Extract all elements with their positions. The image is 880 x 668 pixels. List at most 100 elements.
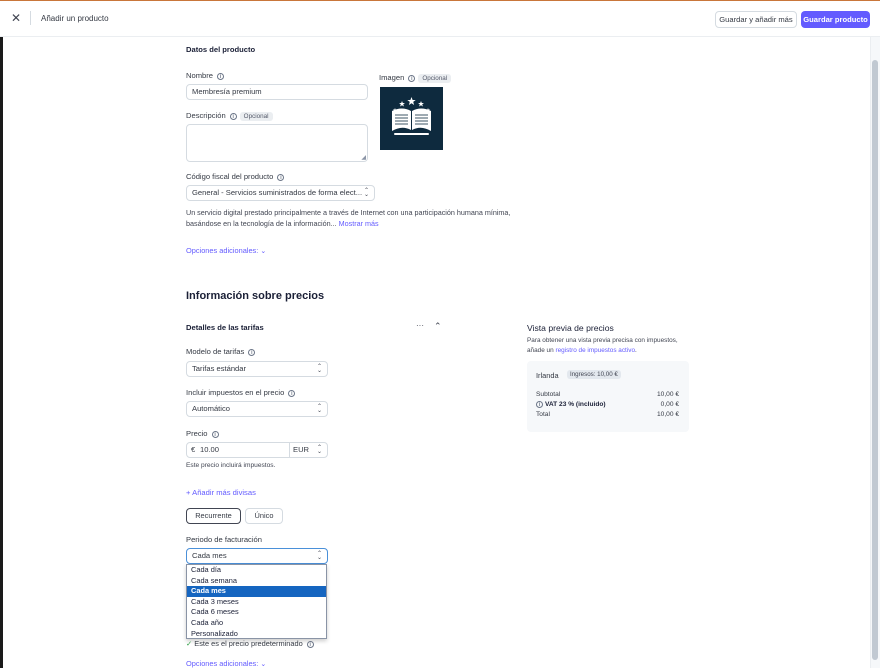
dropdown-option[interactable]: Cada día (187, 565, 326, 576)
name-label-text: Nombre (186, 71, 214, 80)
dropdown-option[interactable]: Cada año (187, 618, 326, 629)
info-icon[interactable]: i (306, 641, 314, 648)
chevron-down-icon: ⌄ (260, 661, 267, 668)
billing-period-value: Cada mes (192, 551, 227, 560)
info-icon[interactable]: i (408, 75, 416, 82)
info-icon[interactable]: i (229, 113, 237, 120)
billing-period-label: Periodo de facturación (186, 535, 262, 544)
price-input[interactable]: 10.00 (200, 443, 219, 457)
tax-code-label: Código fiscal del producto i (186, 172, 285, 181)
scrollbar-thumb[interactable] (872, 60, 878, 660)
tax-code-description-line1: Un servicio digital prestado principalme… (186, 208, 511, 217)
header-bar: ✕ Añadir un producto Guardar y añadir má… (0, 1, 880, 37)
page-title: Añadir un producto (41, 14, 109, 23)
chevron-updown-icon: ⌃ ⌄ (316, 404, 322, 414)
chevron-updown-icon: ⌃ ⌄ (316, 445, 322, 455)
dropdown-option-selected[interactable]: Cada mes (187, 586, 326, 597)
name-input-value: Membresía premium (192, 87, 262, 96)
vat-line: i VAT 23 % (incluido) (536, 401, 606, 408)
info-icon[interactable]: i (288, 390, 296, 397)
tax-desc-text: basándose en la tecnología de la informa… (186, 219, 337, 228)
dropdown-option[interactable]: Cada 3 meses (187, 597, 326, 608)
currency-symbol: € (191, 445, 196, 454)
pricing-model-select[interactable]: Tarifas estándar ⌃ ⌄ (186, 361, 328, 377)
product-section-title: Datos del producto (186, 45, 256, 54)
name-input[interactable]: Membresía premium (186, 84, 368, 100)
chevron-updown-icon: ⌃ ⌄ (363, 188, 369, 198)
preview-country: Irlanda (536, 371, 559, 380)
save-product-button[interactable]: Guardar producto (801, 11, 870, 28)
info-icon[interactable]: i (536, 401, 543, 408)
chevron-updown-icon: ⌃ ⌄ (316, 551, 322, 561)
currency-select[interactable]: EUR (293, 443, 309, 457)
save-and-add-more-button[interactable]: Guardar y añadir más (715, 11, 797, 28)
book-logo-icon (392, 97, 431, 135)
vat-value: 0,00 € (660, 401, 679, 408)
tax-code-select[interactable]: General - Servicios suministrados de for… (186, 185, 375, 201)
total-label: Total (536, 411, 550, 418)
dropdown-option[interactable]: Cada 6 meses (187, 607, 326, 618)
default-price-indicator: ✓ Este es el precio predeterminado i (186, 639, 314, 648)
optional-badge: Opcional (418, 74, 452, 83)
pricing-section-title: Información sobre precios (186, 290, 325, 302)
vat-label: VAT 23 % (incluido) (545, 401, 606, 408)
check-icon: ✓ (186, 639, 193, 648)
chevron-down-icon: ⌄ (260, 248, 267, 255)
include-tax-label-text: Incluir impuestos en el precio (186, 388, 285, 397)
recurring-toggle[interactable]: Recurrente (186, 508, 241, 524)
window-edge (0, 37, 3, 668)
price-preview-card: Irlanda Ingresos: 10,00 € Subtotal 10,00… (527, 361, 689, 432)
default-price-text: Este es el precio predeterminado (194, 639, 303, 648)
billing-period-dropdown: Cada día Cada semana Cada mes Cada 3 mes… (186, 564, 327, 639)
price-label-text: Precio (186, 429, 208, 438)
name-label: Nombre i (186, 71, 225, 80)
price-preview-desc-line2: añade un registro de impuestos activo. (527, 347, 637, 354)
subtotal-label: Subtotal (536, 391, 561, 398)
more-actions-icon[interactable]: ··· (416, 321, 424, 330)
pricing-more-options-toggle[interactable]: Opciones adicionales: ⌄ (186, 659, 266, 668)
collapse-chevron-up-icon[interactable]: ⌃ (434, 321, 442, 332)
product-image[interactable] (380, 87, 443, 150)
include-tax-select[interactable]: Automático ⌃ ⌄ (186, 401, 328, 417)
price-currency-divider (289, 443, 290, 457)
add-currencies-text: Añadir más divisas (192, 488, 256, 497)
chevron-updown-icon: ⌃ ⌄ (316, 364, 322, 374)
price-preview-desc-line1: Para obtener una vista previa precisa co… (527, 337, 678, 344)
price-preview-title: Vista previa de precios (527, 323, 614, 333)
one-time-toggle[interactable]: Único (245, 508, 283, 524)
rate-details-title: Detalles de las tarifas (186, 323, 264, 332)
info-icon[interactable]: i (217, 73, 225, 80)
tax-code-value: General - Servicios suministrados de for… (192, 188, 363, 197)
tax-registration-link[interactable]: registro de impuestos activo (555, 347, 635, 354)
plus-icon: + (186, 488, 191, 497)
show-more-link[interactable]: Mostrar más (339, 219, 379, 228)
desc-suffix: . (635, 347, 637, 354)
info-icon[interactable]: i (248, 349, 256, 356)
close-icon[interactable]: ✕ (10, 12, 22, 24)
pricing-model-label: Modelo de tarifas i (186, 347, 256, 356)
tax-code-label-text: Código fiscal del producto (186, 172, 274, 181)
image-label: Imagen i Opcional (379, 73, 452, 83)
dropdown-option[interactable]: Personalizado (187, 629, 326, 640)
include-tax-label: Incluir impuestos en el precio i (186, 388, 296, 397)
price-label: Precio i (186, 429, 219, 438)
price-note: Este precio incluirá impuestos. (186, 462, 276, 469)
product-more-options-toggle[interactable]: Opciones adicionales: ⌄ (186, 246, 266, 255)
more-options-text: Opciones adicionales: (186, 659, 259, 668)
description-textarea[interactable]: ◢ (186, 124, 368, 162)
billing-period-select[interactable]: Cada mes ⌃ ⌄ (186, 548, 328, 564)
info-icon[interactable]: i (211, 431, 219, 438)
resize-handle-icon[interactable]: ◢ (361, 154, 366, 161)
dropdown-option[interactable]: Cada semana (187, 576, 326, 587)
tax-code-description-line2: basándose en la tecnología de la informa… (186, 219, 379, 228)
add-currencies-link[interactable]: + Añadir más divisas (186, 488, 256, 497)
image-label-text: Imagen (379, 73, 405, 82)
description-label-text: Descripción (186, 111, 226, 120)
info-icon[interactable]: i (277, 174, 285, 181)
desc-prefix: añade un (527, 347, 554, 354)
total-value: 10,00 € (657, 411, 679, 418)
pricing-model-label-text: Modelo de tarifas (186, 347, 245, 356)
description-label: Descripción i Opcional (186, 111, 273, 121)
price-field: € 10.00 EUR ⌃ ⌄ (186, 442, 328, 458)
revenue-badge: Ingresos: 10,00 € (567, 370, 621, 379)
